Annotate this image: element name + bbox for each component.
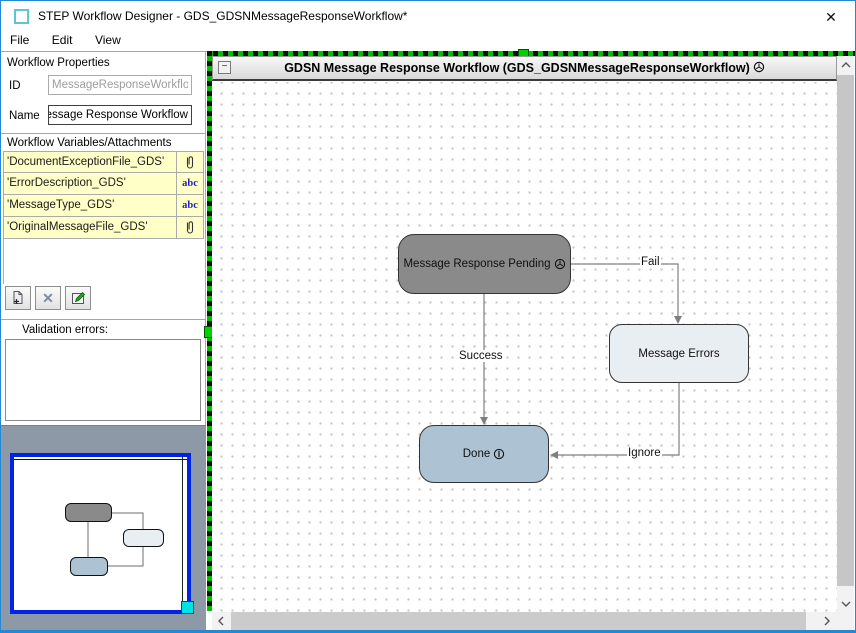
delete-variable-button[interactable]: ✕ <box>35 286 61 310</box>
variables-table: 'DocumentExceptionFile_GDS' 'ErrorDescri… <box>3 151 204 239</box>
attachment-type-cell <box>177 217 203 238</box>
validation-errors-label: Validation errors: <box>22 324 108 336</box>
paperclip-icon <box>184 155 196 170</box>
variable-name: 'MessageType_GDS' <box>4 195 177 216</box>
title-bar: STEP Workflow Designer - GDS_GDSNMessage… <box>1 1 855 31</box>
paperclip-icon <box>184 220 196 235</box>
menu-file[interactable]: File <box>1 31 38 47</box>
scroll-right-button[interactable] <box>818 612 836 630</box>
scrollbar-corner <box>837 612 854 630</box>
app-icon <box>14 9 29 24</box>
scroll-down-button[interactable] <box>837 595 854 612</box>
workflow-canvas[interactable]: Message Response Pending Message Errors … <box>212 82 837 612</box>
abc-text-icon: abc <box>182 178 198 189</box>
workflow-properties-header: Workflow Properties <box>7 57 110 69</box>
edge-label-fail: Fail <box>640 256 661 268</box>
app-window: STEP Workflow Designer - GDS_GDSNMessage… <box>0 0 856 633</box>
workflow-id-field[interactable] <box>48 75 192 95</box>
workflow-frame-title: GDSN Message Response Workflow (GDS_GDSN… <box>284 61 750 75</box>
minimap-resize-handle[interactable] <box>181 601 194 614</box>
chevron-left-icon <box>218 616 224 626</box>
workflow-frame-header[interactable]: − GDSN Message Response Workflow (GDS_GD… <box>212 56 837 81</box>
done-state-icon <box>493 448 505 460</box>
text-type-cell: abc <box>177 195 203 216</box>
abc-text-icon: abc <box>182 200 198 211</box>
properties-panel: Workflow Properties ID Name Message Resp… <box>1 52 206 630</box>
table-row[interactable]: 'DocumentExceptionFile_GDS' <box>3 151 204 173</box>
workflow-name-field[interactable]: Message Response Workflow <box>48 105 192 125</box>
edge-label-success: Success <box>458 350 503 362</box>
close-button[interactable]: ✕ <box>821 7 841 27</box>
vertical-scroll-thumb[interactable] <box>837 75 854 586</box>
name-label: Name <box>9 110 40 122</box>
validation-errors-box <box>5 339 201 421</box>
edge-label-ignore: Ignore <box>627 447 662 459</box>
node-label: Message Errors <box>638 348 719 360</box>
node-label: Message Response Pending <box>403 258 550 270</box>
minimap-viewport[interactable] <box>10 453 191 614</box>
pending-state-icon <box>554 258 566 270</box>
chevron-down-icon <box>841 601 851 607</box>
scroll-up-button[interactable] <box>837 56 854 73</box>
attachment-type-cell <box>177 152 203 172</box>
collapse-button[interactable]: − <box>218 61 231 74</box>
minimap-node-done <box>70 557 108 576</box>
node-done[interactable]: Done <box>419 425 549 483</box>
menu-edit[interactable]: Edit <box>43 31 82 47</box>
add-variable-button[interactable] <box>5 286 31 310</box>
variables-table-empty-area <box>3 239 204 284</box>
window-title: STEP Workflow Designer - GDS_GDSNMessage… <box>38 9 407 23</box>
delete-x-icon: ✕ <box>42 291 54 305</box>
minimap-node-pending <box>65 503 112 522</box>
variable-name: 'OriginalMessageFile_GDS' <box>4 217 177 238</box>
scroll-left-button[interactable] <box>212 612 230 630</box>
table-row[interactable]: 'ErrorDescription_GDS' abc <box>3 173 204 195</box>
id-label: ID <box>9 80 21 92</box>
text-type-cell: abc <box>177 173 203 194</box>
menu-view[interactable]: View <box>86 31 130 47</box>
minimap-panel <box>1 425 206 630</box>
table-row[interactable]: 'MessageType_GDS' abc <box>3 195 204 217</box>
workflow-state-icon <box>753 61 765 73</box>
node-message-response-pending[interactable]: Message Response Pending <box>398 234 571 294</box>
table-row[interactable]: 'OriginalMessageFile_GDS' <box>3 217 204 239</box>
section-divider <box>1 133 206 134</box>
horizontal-scrollbar[interactable] <box>212 612 837 630</box>
node-label: Done <box>463 448 491 460</box>
new-document-plus-icon <box>10 290 26 306</box>
node-message-errors[interactable]: Message Errors <box>609 324 749 383</box>
section-divider <box>1 319 206 320</box>
variable-name: 'ErrorDescription_GDS' <box>4 173 177 194</box>
vertical-scrollbar[interactable] <box>837 56 854 612</box>
chevron-right-icon <box>824 616 830 626</box>
chevron-up-icon <box>841 62 851 68</box>
horizontal-scroll-thumb[interactable] <box>231 612 806 630</box>
edit-variable-button[interactable] <box>65 286 91 310</box>
menu-bar: File Edit View <box>1 31 855 51</box>
edit-pencil-icon <box>70 290 86 306</box>
variables-header: Workflow Variables/Attachments <box>7 137 171 149</box>
variable-name: 'DocumentExceptionFile_GDS' <box>4 152 177 172</box>
minimap-node-errors <box>123 529 164 547</box>
